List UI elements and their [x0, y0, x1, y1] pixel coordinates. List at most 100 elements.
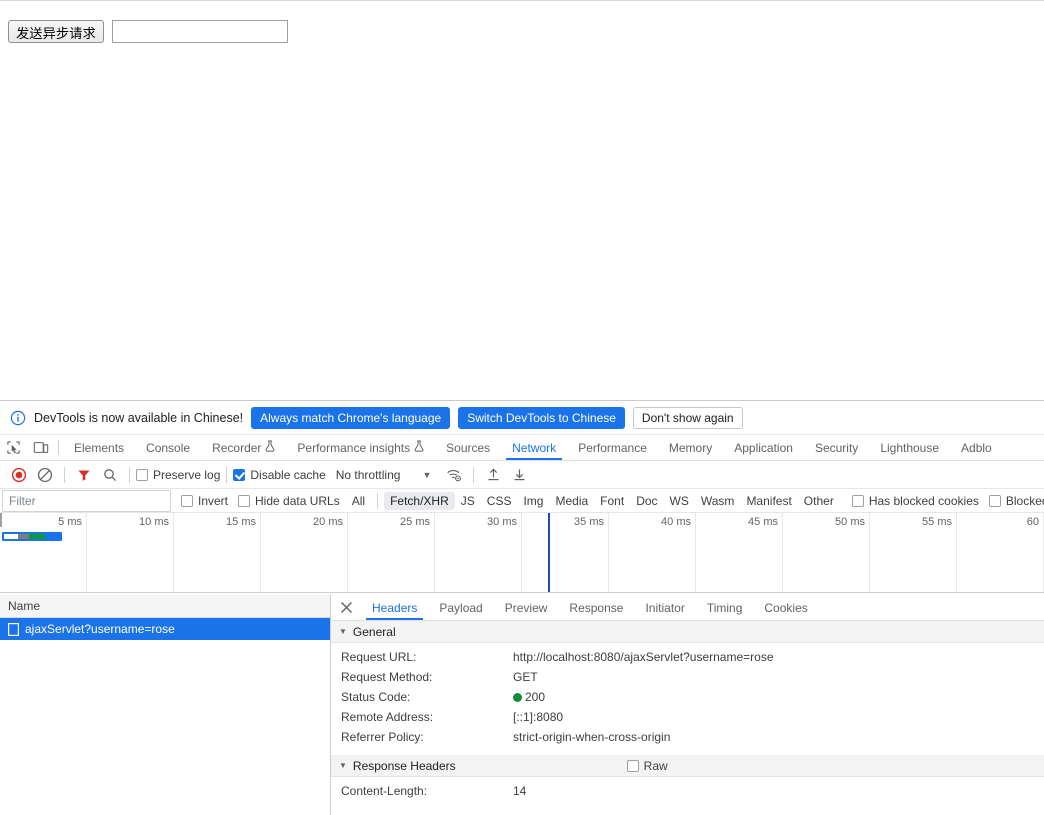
general-section-title: General [352, 624, 396, 639]
overview-tick-label: 55 ms [922, 516, 952, 528]
tab-performance[interactable]: Performance [567, 435, 658, 460]
dont-show-again-button[interactable]: Don't show again [632, 406, 743, 429]
overview-tick-label: 20 ms [313, 516, 343, 528]
tab-performance-label: Performance [578, 440, 647, 455]
detail-tab-headers[interactable]: Headers [361, 595, 428, 620]
inspect-element-icon[interactable] [0, 435, 27, 460]
device-toolbar-toggle-icon[interactable] [27, 435, 54, 460]
detail-tab-preview-label: Preview [504, 600, 548, 615]
network-toolbar: Preserve log Disable cache No throttling… [0, 461, 1044, 489]
always-match-language-button[interactable]: Always match Chrome's language [251, 406, 451, 429]
overview-gridlines: 5 ms 10 ms 15 ms 20 ms 25 ms 30 ms 35 ms… [0, 513, 1044, 592]
general-section-header[interactable]: ▼ General [331, 621, 1044, 643]
detail-tab-response[interactable]: Response [558, 595, 634, 620]
overview-tick-label: 60 [1026, 516, 1039, 528]
filter-type-manifest[interactable]: Manifest [740, 492, 797, 510]
status-code-value-wrap: 200 [513, 687, 545, 707]
has-blocked-cookies-checkbox[interactable]: Has blocked cookies [851, 493, 979, 508]
filter-icon[interactable] [71, 462, 97, 488]
overview-tick-label: 25 ms [400, 516, 430, 528]
hide-data-urls-box [238, 494, 251, 507]
dom-content-loaded-marker [548, 513, 550, 592]
tabbar-divider [58, 440, 59, 455]
raw-toggle-checkbox[interactable]: Raw [626, 759, 668, 773]
disable-cache-checkbox[interactable]: Disable cache [233, 467, 326, 482]
tab-lighthouse[interactable]: Lighthouse [869, 435, 950, 460]
tab-sources-label: Sources [446, 440, 491, 455]
tab-recorder-label: Recorder [212, 440, 262, 455]
chevron-down-icon[interactable]: ▼ [422, 470, 431, 480]
tab-sources[interactable]: Sources [435, 435, 501, 460]
request-details-body: ▼ General Request URL: http://localhost:… [331, 621, 1044, 815]
tab-memory[interactable]: Memory [658, 435, 723, 460]
overview-cell: 5 ms [0, 513, 87, 592]
record-icon[interactable] [6, 462, 32, 488]
filter-type-css[interactable]: CSS [481, 492, 518, 510]
has-blocked-cookies-label: Has blocked cookies [868, 493, 979, 508]
filter-type-other[interactable]: Other [798, 492, 840, 510]
search-icon[interactable] [97, 462, 123, 488]
remote-address-value: [::1]:8080 [513, 710, 564, 724]
tab-adblock[interactable]: Adblo [950, 435, 1003, 460]
import-har-icon[interactable] [480, 462, 506, 488]
wifi-settings-icon[interactable] [441, 462, 467, 488]
filter-input[interactable] [2, 489, 171, 512]
tab-console[interactable]: Console [135, 435, 201, 460]
detail-tab-initiator[interactable]: Initiator [634, 595, 695, 620]
tab-performance-insights[interactable]: Performance insights [286, 435, 435, 460]
send-async-request-button[interactable]: 发送异步请求 [8, 20, 104, 43]
tab-network[interactable]: Network [501, 435, 567, 460]
request-list-column-header[interactable]: Name [0, 595, 330, 618]
tab-memory-label: Memory [668, 440, 713, 455]
blocked-requests-checkbox[interactable]: Blocked Requests [988, 494, 1044, 508]
network-overview-timeline[interactable]: 5 ms 10 ms 15 ms 20 ms 25 ms 30 ms 35 ms… [0, 513, 1044, 593]
overview-cell: 50 ms [783, 513, 870, 592]
filter-type-js[interactable]: JS [455, 492, 481, 510]
overview-tick-label: 40 ms [661, 516, 691, 528]
filter-type-font[interactable]: Font [594, 492, 630, 510]
filter-type-doc[interactable]: Doc [630, 492, 663, 510]
detail-tab-preview[interactable]: Preview [494, 595, 559, 620]
invert-checkbox[interactable]: Invert [181, 494, 228, 508]
overview-cell: 15 ms [174, 513, 261, 592]
username-input[interactable] [111, 20, 288, 43]
request-row-ajaxservlet[interactable]: ajaxServlet?username=rose [0, 618, 330, 640]
filter-type-ws[interactable]: WS [664, 492, 695, 510]
document-icon [8, 622, 20, 636]
overview-cell: 60 [957, 513, 1044, 592]
page-controls: 发送异步请求 [8, 20, 288, 43]
blocked-requests-box [988, 494, 1001, 507]
segment-waiting [18, 534, 29, 539]
throttling-select[interactable]: No throttling [336, 468, 401, 482]
status-ok-dot-icon [513, 692, 522, 702]
response-header-row-content-length: Content-Length: 14 [331, 781, 1044, 801]
overview-tick-label: 50 ms [835, 516, 865, 528]
detail-tab-cookies[interactable]: Cookies [753, 595, 818, 620]
export-har-icon[interactable] [506, 462, 532, 488]
close-icon[interactable] [331, 595, 361, 620]
tab-elements[interactable]: Elements [63, 435, 135, 460]
browser-page-viewport: 发送异步请求 [0, 0, 1044, 400]
filter-type-img[interactable]: Img [517, 492, 549, 510]
referrer-policy-value: strict-origin-when-cross-origin [513, 730, 671, 744]
detail-tab-payload[interactable]: Payload [428, 595, 493, 620]
filter-type-media[interactable]: Media [549, 492, 594, 510]
tab-application[interactable]: Application [723, 435, 804, 460]
filter-type-all[interactable]: All [346, 492, 371, 510]
switch-devtools-to-chinese-button[interactable]: Switch DevTools to Chinese [458, 406, 625, 429]
detail-tab-timing[interactable]: Timing [696, 595, 754, 620]
hide-data-urls-checkbox[interactable]: Hide data URLs [238, 494, 340, 508]
filter-type-wasm[interactable]: Wasm [695, 492, 741, 510]
tab-application-label: Application [734, 440, 793, 455]
tab-recorder[interactable]: Recorder [201, 435, 286, 460]
clear-icon[interactable] [32, 462, 58, 488]
tab-security[interactable]: Security [804, 435, 869, 460]
response-headers-section-header[interactable]: ▼ Response Headers Raw [331, 755, 1044, 777]
filter-type-fetch-xhr[interactable]: Fetch/XHR [384, 491, 455, 510]
remote-address-key: Remote Address: [341, 710, 434, 724]
disable-cache-label: Disable cache [250, 467, 326, 482]
detail-tab-payload-label: Payload [439, 600, 483, 615]
request-details-tabbar: Headers Payload Preview Response Initiat… [331, 595, 1044, 621]
preserve-log-checkbox[interactable]: Preserve log [136, 468, 220, 482]
tab-network-label: Network [512, 440, 557, 455]
